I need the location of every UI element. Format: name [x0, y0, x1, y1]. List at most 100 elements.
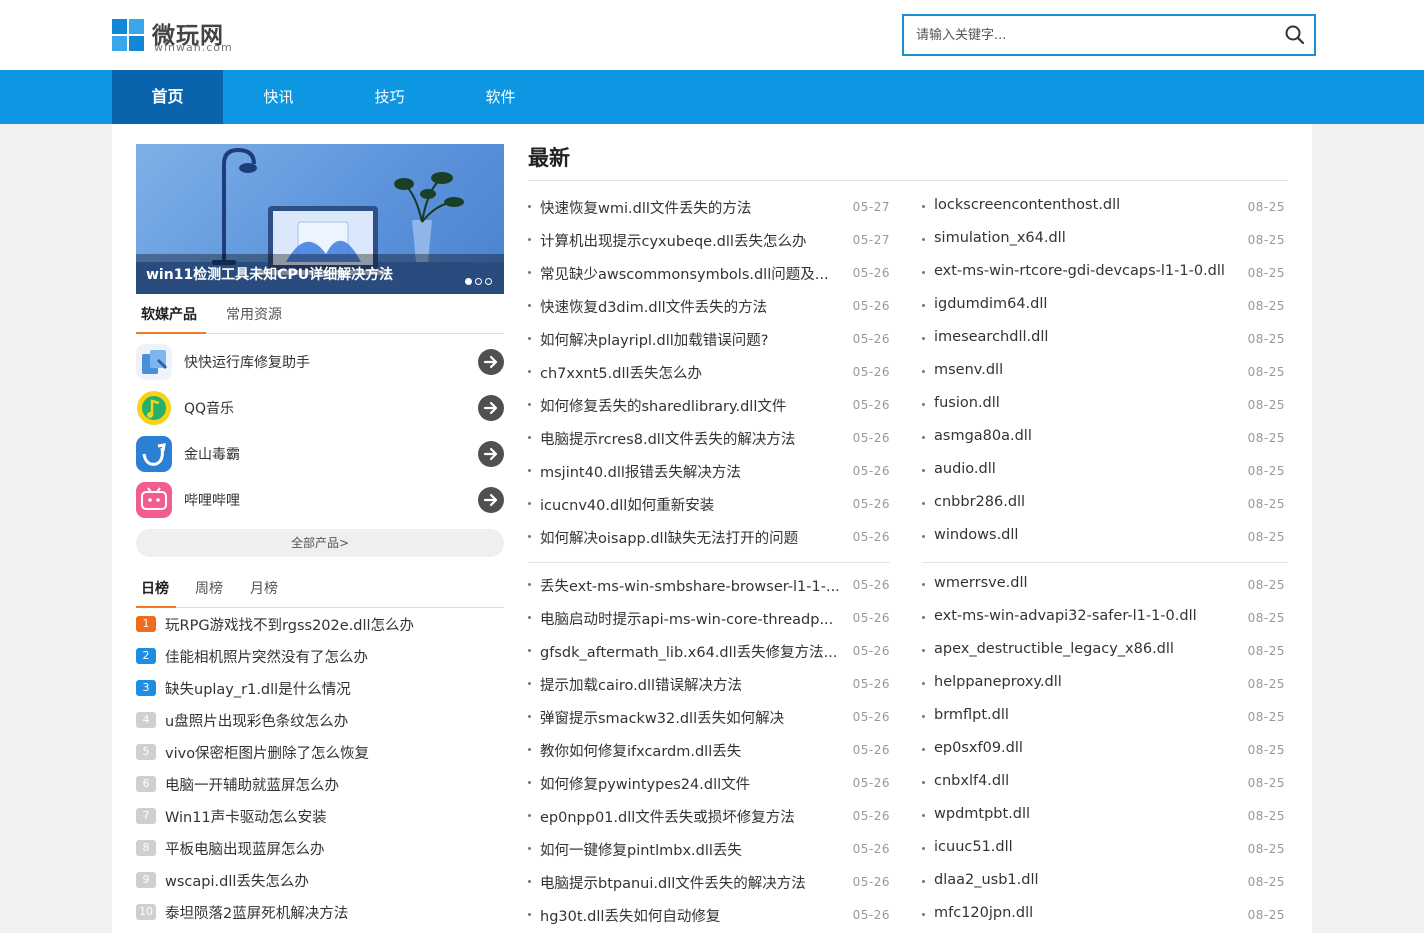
rank-item[interactable]: 1 玩RPG游戏找不到rgss202e.dll怎么办 [136, 613, 504, 635]
rank-item[interactable]: 6 电脑一开辅助就蓝屏怎么办 [136, 773, 504, 795]
arrow-right-icon[interactable] [478, 349, 504, 375]
article-row[interactable]: wpdmtpbt.dll 08-25 [922, 804, 1285, 828]
carousel-dot-1[interactable] [465, 278, 472, 285]
article-row[interactable]: 如何一键修复pintlmbx.dll丢失 05-26 [528, 837, 890, 861]
article-row[interactable]: brmflpt.dll 08-25 [922, 705, 1285, 729]
bullet-icon [528, 370, 531, 373]
article-row[interactable]: audio.dll 08-25 [922, 459, 1285, 483]
article-row[interactable]: dlaa2_usb1.dll 08-25 [922, 870, 1285, 894]
arrow-right-icon[interactable] [478, 487, 504, 513]
article-row[interactable]: icucnv40.dll如何重新安装 05-26 [528, 492, 890, 516]
product-item[interactable]: 快快运行库修复助手 [136, 342, 504, 382]
nav-home[interactable]: 首页 [112, 70, 223, 124]
article-row[interactable]: ext-ms-win-rtcore-gdi-devcaps-l1-1-0.dll… [922, 261, 1285, 285]
article-date: 05-26 [852, 611, 890, 625]
article-row[interactable]: 弹窗提示smackw32.dll丢失如何解决 05-26 [528, 705, 890, 729]
article-row[interactable]: 教你如何修复ifxcardm.dll丢失 05-26 [528, 738, 890, 762]
carousel-dot-3[interactable] [485, 278, 492, 285]
bullet-icon [922, 616, 925, 619]
article-title: 电脑提示rcres8.dll文件丢失的解决方法 [540, 432, 796, 448]
article-row[interactable]: 如何解决playripl.dll加载错误问题? 05-26 [528, 327, 890, 351]
tab-monthly[interactable]: 月榜 [250, 574, 278, 608]
rank-item[interactable]: 7 Win11声卡驱动怎么安装 [136, 805, 504, 827]
rank-item[interactable]: 5 vivo保密柜图片删除了怎么恢复 [136, 741, 504, 763]
article-row[interactable]: 丢失ext-ms-win-smbshare-browser-l1-1-... 05… [528, 573, 890, 597]
article-row[interactable]: lockscreencontenthost.dll 08-25 [922, 195, 1285, 219]
all-products-button[interactable]: 全部产品> [136, 529, 504, 557]
article-row[interactable]: apex_destructible_legacy_x86.dll 08-25 [922, 639, 1285, 663]
top-bar: 微玩网 winwan.com [0, 0, 1424, 70]
article-row[interactable]: ep0npp01.dll文件丢失或损坏修复方法 05-26 [528, 804, 890, 828]
article-row[interactable]: 计算机出现提示cyxubeqe.dll丢失怎么办 05-27 [528, 228, 890, 252]
arrow-right-icon[interactable] [478, 441, 504, 467]
article-row[interactable]: 快速恢复d3dim.dll文件丢失的方法 05-26 [528, 294, 890, 318]
nav-news[interactable]: 快讯 [223, 70, 334, 124]
article-row[interactable]: imesearchdll.dll 08-25 [922, 327, 1285, 351]
article-row[interactable]: simulation_x64.dll 08-25 [922, 228, 1285, 252]
article-row[interactable]: 电脑提示rcres8.dll文件丢失的解决方法 05-26 [528, 426, 890, 450]
article-row[interactable]: mfc120jpn.dll 08-25 [922, 903, 1285, 927]
product-item[interactable]: 哔哩哔哩 [136, 480, 504, 520]
rank-item[interactable]: 2 佳能相机照片突然没有了怎么办 [136, 645, 504, 667]
banner-title[interactable]: win11检测工具未知CPU详细解决方法 [146, 264, 393, 284]
search-button[interactable] [1284, 24, 1306, 46]
article-row[interactable]: 提示加载cairo.dll错误解决方法 05-26 [528, 672, 890, 696]
article-title: 常见缺少awscommonsymbols.dll问题及... [540, 267, 829, 283]
bullet-icon [922, 682, 925, 685]
site-logo[interactable]: 微玩网 winwan.com [112, 17, 252, 57]
bullet-icon [922, 814, 925, 817]
article-title: 快速恢复wmi.dll文件丢失的方法 [540, 201, 752, 217]
article-row[interactable]: 快速恢复wmi.dll文件丢失的方法 05-27 [528, 195, 890, 219]
article-title: cnbbr286.dll [934, 494, 1026, 510]
rank-item[interactable]: 4 u盘照片出现彩色条纹怎么办 [136, 709, 504, 731]
tab-daily[interactable]: 日榜 [136, 574, 176, 608]
article-row[interactable]: windows.dll 08-25 [922, 525, 1285, 549]
article-row[interactable]: ch7xxnt5.dll丢失怎么办 05-26 [528, 360, 890, 384]
article-title: igdumdim64.dll [934, 296, 1048, 312]
article-title: fusion.dll [934, 395, 1000, 411]
article-row[interactable]: gfsdk_aftermath_lib.x64.dll丢失修复方法... 05-2… [528, 639, 890, 663]
tab-common-resources[interactable]: 常用资源 [226, 300, 282, 334]
article-title: wpdmtpbt.dll [934, 806, 1031, 822]
article-row[interactable]: 常见缺少awscommonsymbols.dll问题及... 05-26 [528, 261, 890, 285]
article-row[interactable]: icuuc51.dll 08-25 [922, 837, 1285, 861]
tab-weekly[interactable]: 周榜 [195, 574, 223, 608]
rank-item[interactable]: 3 缺失uplay_r1.dll是什么情况 [136, 677, 504, 699]
article-title: 如何修复pywintypes24.dll文件 [540, 777, 751, 793]
article-date: 08-25 [1247, 365, 1285, 379]
article-row[interactable]: msenv.dll 08-25 [922, 360, 1285, 384]
article-row[interactable]: hg30t.dll丢失如何自动修复 05-26 [528, 903, 890, 927]
product-item[interactable]: QQ音乐 [136, 388, 504, 428]
rank-item[interactable]: 9 wscapi.dll丢失怎么办 [136, 869, 504, 891]
article-row[interactable]: igdumdim64.dll 08-25 [922, 294, 1285, 318]
article-row[interactable]: fusion.dll 08-25 [922, 393, 1285, 417]
search-input[interactable] [916, 25, 1266, 45]
carousel-dot-2[interactable] [475, 278, 482, 285]
bullet-icon [528, 715, 531, 718]
nav-tips[interactable]: 技巧 [334, 70, 445, 124]
arrow-right-icon[interactable] [478, 395, 504, 421]
article-row[interactable]: 电脑提示btpanui.dll文件丢失的解决方法 05-26 [528, 870, 890, 894]
article-row[interactable]: helppaneproxy.dll 08-25 [922, 672, 1285, 696]
bullet-icon [528, 682, 531, 685]
article-row[interactable]: ep0sxf09.dll 08-25 [922, 738, 1285, 762]
article-row[interactable]: cnbbr286.dll 08-25 [922, 492, 1285, 516]
rank-item[interactable]: 8 平板电脑出现蓝屏怎么办 [136, 837, 504, 859]
article-row[interactable]: 如何解决oisapp.dll缺失无法打开的问题 05-26 [528, 525, 890, 549]
article-row[interactable]: ext-ms-win-advapi32-safer-l1-1-0.dll 08-2… [922, 606, 1285, 630]
article-row[interactable]: 如何修复pywintypes24.dll文件 05-26 [528, 771, 890, 795]
nav-software[interactable]: 软件 [445, 70, 556, 124]
rank-item[interactable]: 10 泰坦陨落2蓝屏死机解决方法 [136, 901, 504, 923]
article-row[interactable]: asmga80a.dll 08-25 [922, 426, 1285, 450]
article-row[interactable]: wmerrsve.dll 08-25 [922, 573, 1285, 597]
article-title: wmerrsve.dll [934, 575, 1028, 591]
bullet-icon [528, 781, 531, 784]
tab-software-products[interactable]: 软媒产品 [136, 300, 206, 334]
article-row[interactable]: msjint40.dll报错丢失解决方法 05-26 [528, 459, 890, 483]
article-row[interactable]: 如何修复丢失的sharedlibrary.dll文件 05-26 [528, 393, 890, 417]
product-item[interactable]: 金山毒霸 [136, 434, 504, 474]
article-row[interactable]: 电脑启动时提示api-ms-win-core-threadp... 05-26 [528, 606, 890, 630]
article-title: ep0sxf09.dll [934, 740, 1023, 756]
article-row[interactable]: cnbxlf4.dll 08-25 [922, 771, 1285, 795]
banner-carousel[interactable]: win11检测工具未知CPU详细解决方法 [136, 144, 504, 294]
